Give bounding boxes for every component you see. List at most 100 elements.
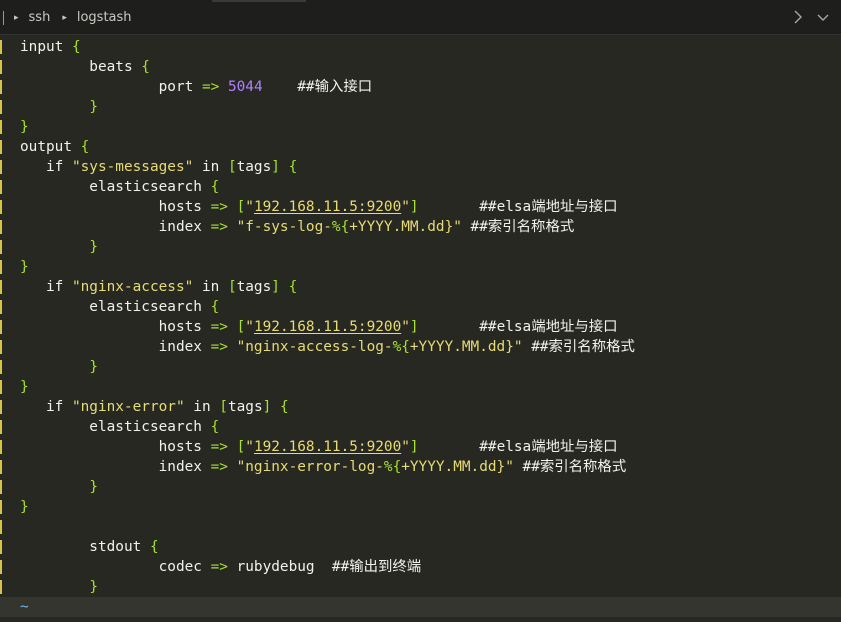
- code-line: }: [20, 357, 98, 377]
- code-token: {: [80, 139, 90, 155]
- code-editor[interactable]: input { beats { port => 5044 ##输入接口 }} ou…: [0, 37, 841, 622]
- breadcrumb: ▸ ssh ▸ logstash: [14, 0, 144, 35]
- code-token: ]: [409, 439, 419, 455]
- gutter-marker: [0, 440, 2, 454]
- code-line: hosts => ["192.168.11.5:9200"] ##elsa端地址…: [20, 317, 618, 337]
- code-token: ##elsa端地址与接口: [418, 439, 618, 455]
- code-token: [: [236, 439, 246, 455]
- code-token: "sys-messages": [71, 159, 194, 175]
- code-line: hosts => ["192.168.11.5:9200"] ##elsa端地址…: [20, 197, 618, 217]
- gutter-marker: [0, 240, 2, 254]
- code-token: 192.168.11.5:9200: [253, 319, 402, 335]
- code-token: rubydebug ##输出到终端: [227, 559, 422, 575]
- code-token: }: [89, 99, 98, 115]
- title-bar: ▸ ssh ▸ logstash: [0, 0, 841, 35]
- code-line: index => "nginx-access-log-%{+YYYY.MM.dd…: [20, 337, 635, 357]
- code-token: in: [193, 279, 228, 295]
- code-token: +YYYY.MM.dd: [401, 459, 497, 475]
- code-token: }": [496, 459, 514, 475]
- gutter-marker: [0, 400, 2, 414]
- code-line: index => "f-sys-log-%{+YYYY.MM.dd}" ##索引…: [20, 217, 575, 237]
- code-token: ##elsa端地址与接口: [418, 319, 618, 335]
- code-line: port => 5044 ##输入接口: [20, 77, 373, 97]
- code-token: }: [20, 379, 29, 395]
- code-token: 5044: [227, 79, 263, 95]
- code-token: ": [401, 319, 410, 335]
- gutter-marker: [0, 120, 2, 134]
- code-token: }: [89, 579, 98, 595]
- code-token: {: [210, 419, 220, 435]
- code-token: {: [210, 179, 220, 195]
- code-token: in: [193, 159, 228, 175]
- gutter-marker: [0, 520, 2, 534]
- code-token: }: [89, 239, 98, 255]
- gutter-marker: [0, 480, 2, 494]
- code-line: beats {: [20, 57, 150, 77]
- code-token: if: [20, 279, 72, 295]
- code-token: {: [71, 39, 81, 55]
- code-token: }": [505, 339, 523, 355]
- gutter-marker: [0, 160, 2, 174]
- code-token: =>: [210, 439, 228, 455]
- code-token: beats: [20, 59, 142, 75]
- code-token: {: [279, 399, 289, 415]
- gutter-marker: [0, 60, 2, 74]
- code-token: {: [210, 299, 220, 315]
- code-token: [: [227, 279, 237, 295]
- gutter-marker: [0, 500, 2, 514]
- code-token: }: [89, 359, 98, 375]
- gutter-marker: [0, 460, 2, 474]
- gutter-marker: [0, 40, 2, 54]
- code-token: %{: [331, 219, 350, 235]
- code-line: codec => rubydebug ##输出到终端: [20, 557, 422, 577]
- code-token: ]: [409, 319, 419, 335]
- code-line: elasticsearch {: [20, 297, 219, 317]
- code-token: }: [20, 499, 29, 515]
- code-token: ##索引名称格式: [513, 459, 627, 475]
- code-token: ": [401, 199, 410, 215]
- code-line: }: [20, 497, 29, 517]
- code-token: hosts: [20, 439, 211, 455]
- gutter-marker: [0, 360, 2, 374]
- chevron-right-icon[interactable]: [790, 9, 806, 25]
- code-token: index: [20, 339, 211, 355]
- chevron-down-icon[interactable]: [815, 9, 831, 25]
- code-token: in: [184, 399, 220, 415]
- code-token: tags: [236, 159, 272, 175]
- breadcrumb-item-ssh[interactable]: ssh: [29, 10, 51, 25]
- code-token: 192.168.11.5:9200: [253, 439, 402, 455]
- code-line: output {: [20, 137, 89, 157]
- code-token: =>: [210, 459, 228, 475]
- gutter-marker: [0, 340, 2, 354]
- code-token: }: [20, 119, 29, 135]
- code-line: hosts => ["192.168.11.5:9200"] ##elsa端地址…: [20, 437, 618, 457]
- code-line: }: [20, 577, 98, 597]
- code-token: =>: [210, 219, 228, 235]
- code-token: if: [20, 399, 72, 415]
- code-token: output: [20, 139, 81, 155]
- code-token: elasticsearch: [20, 419, 211, 435]
- gutter-marker: [0, 200, 2, 214]
- code-line: if "nginx-access" in [tags] {: [20, 277, 297, 297]
- code-token: elasticsearch: [20, 179, 211, 195]
- code-line: stdout {: [20, 537, 158, 557]
- code-line: }: [20, 97, 98, 117]
- code-line: }: [20, 377, 29, 397]
- code-token: ": [245, 319, 254, 335]
- code-token: elasticsearch: [20, 299, 211, 315]
- code-token: index: [20, 219, 211, 235]
- breadcrumb-item-logstash[interactable]: logstash: [77, 10, 132, 25]
- code-token: ": [245, 199, 254, 215]
- code-line: index => "nginx-error-log-%{+YYYY.MM.dd}…: [20, 457, 627, 477]
- breadcrumb-caret-icon: ▸: [62, 12, 67, 23]
- code-token: [: [236, 319, 246, 335]
- code-token: {: [288, 279, 298, 295]
